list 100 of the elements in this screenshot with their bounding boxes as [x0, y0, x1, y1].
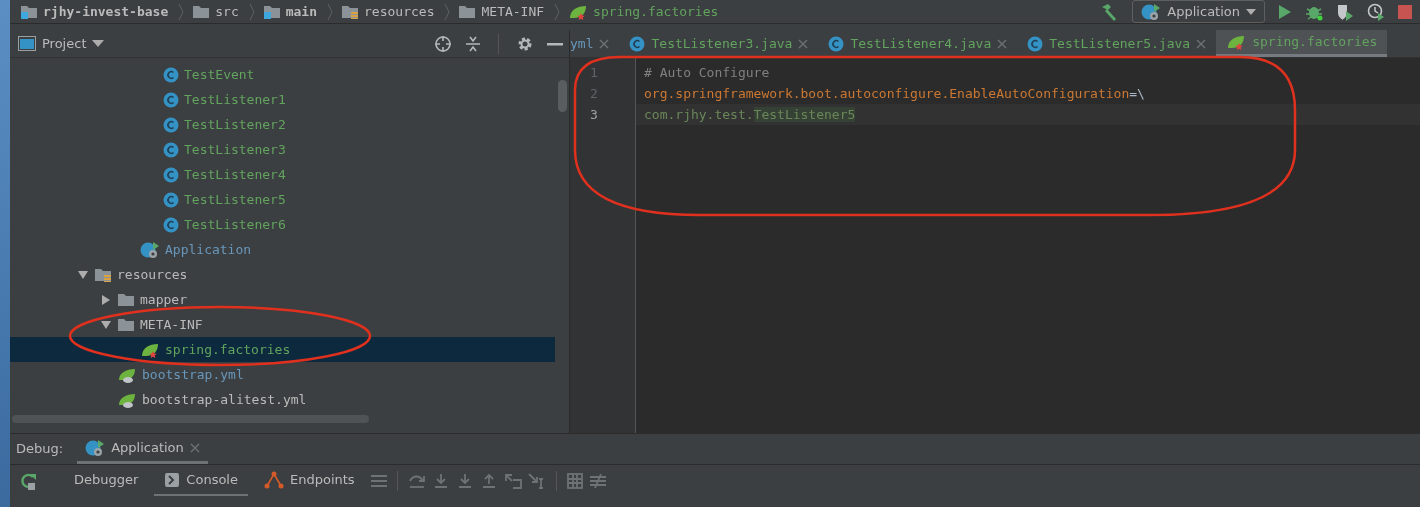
- folder-icon: [117, 292, 135, 307]
- console-icon: [164, 472, 181, 488]
- item-label: spring.factories: [165, 340, 291, 359]
- folder-icon: [192, 4, 211, 19]
- close-icon[interactable]: [1196, 38, 1207, 49]
- caret-icon: [1246, 8, 1256, 15]
- chevron-separator-icon: [554, 2, 561, 21]
- line-number: 3: [589, 106, 599, 124]
- class-icon: [140, 240, 160, 259]
- crosshair-icon[interactable]: [434, 34, 452, 53]
- module-folder-icon: [262, 4, 281, 19]
- breadcrumb-item[interactable]: rjhy-invest-base: [20, 1, 169, 22]
- editor-tab[interactable]: TestListener5.java: [1017, 30, 1217, 57]
- editor-tab[interactable]: TestListener3.java: [619, 30, 819, 57]
- step-over-icon[interactable]: [407, 473, 426, 489]
- class-icon: [629, 35, 646, 52]
- item-label: META-INF: [140, 315, 203, 334]
- resources-folder-icon: [341, 4, 360, 19]
- item-label: resources: [117, 265, 188, 284]
- panel-title: Debug:: [16, 440, 64, 459]
- expanded-arrow-icon[interactable]: [77, 269, 89, 280]
- editor-tab[interactable]: TestListener4.java: [818, 30, 1018, 57]
- caret-icon[interactable]: [92, 40, 105, 47]
- app-icon: [1141, 2, 1162, 21]
- leaf-icon: [117, 366, 137, 383]
- code-token: org.springframework.boot.autoconfigure.EnableAutoConfiguration: [644, 86, 1130, 101]
- run-icon[interactable]: [1278, 3, 1292, 20]
- tree-item[interactable]: Application: [10, 237, 555, 262]
- editor-tab[interactable]: yml: [570, 30, 620, 57]
- tree-item[interactable]: TestListener1: [10, 87, 555, 112]
- debug-subtab[interactable]: Console: [154, 466, 248, 496]
- item-label: bootstrap-alitest.yml: [142, 390, 307, 409]
- scrollbar-thumb[interactable]: [558, 80, 567, 112]
- item-label: TestListener3: [184, 140, 286, 159]
- code-token: =\: [1129, 86, 1145, 101]
- drop-frame-icon[interactable]: [503, 473, 522, 489]
- chevron-separator-icon: [248, 2, 255, 21]
- minimize-icon[interactable]: [547, 41, 563, 46]
- breadcrumb-item[interactable]: spring.factories: [568, 1, 719, 22]
- code-token: com.rjhy.test.: [644, 107, 754, 122]
- code-token: # Auto Configure: [644, 65, 770, 80]
- tree-item[interactable]: bootstrap.yml: [10, 362, 555, 387]
- expanded-arrow-icon[interactable]: [100, 319, 112, 330]
- collapsed-arrow-icon[interactable]: [101, 293, 111, 306]
- endpoints-icon: [263, 471, 284, 489]
- rerun-icon[interactable]: [18, 471, 38, 491]
- close-icon[interactable]: [798, 38, 809, 49]
- breadcrumb-item[interactable]: main: [262, 1, 318, 22]
- chevron-separator-icon: [444, 2, 451, 21]
- tree-item[interactable]: TestListener5: [10, 187, 555, 212]
- item-label: bootstrap.yml: [142, 365, 244, 384]
- debug-subtab[interactable]: Debugger: [64, 466, 149, 496]
- tree-item[interactable]: mapper: [10, 287, 555, 312]
- close-icon[interactable]: [997, 38, 1008, 49]
- clock-icon[interactable]: [1367, 2, 1385, 21]
- chevron-separator-icon: [327, 2, 334, 21]
- tree-item[interactable]: META-INF: [10, 312, 555, 337]
- debug-tab[interactable]: Application: [77, 433, 208, 465]
- breadcrumb-item[interactable]: META-INF: [458, 1, 545, 22]
- panel-title[interactable]: Project: [42, 33, 87, 54]
- stop-icon[interactable]: [1398, 4, 1412, 19]
- item-label: TestListener1: [184, 90, 286, 109]
- leaf-icon: [140, 341, 160, 358]
- close-icon[interactable]: [599, 38, 610, 49]
- app-icon: [85, 438, 106, 457]
- tree-item[interactable]: bootstrap-alitest.yml: [10, 387, 555, 412]
- collapse-icon[interactable]: [465, 34, 481, 53]
- class-icon: [163, 191, 179, 208]
- breadcrumb-item[interactable]: resources: [341, 1, 435, 22]
- tree-item[interactable]: TestListener2: [10, 112, 555, 137]
- run-configuration-dropdown[interactable]: Application: [1132, 0, 1265, 24]
- close-icon[interactable]: [189, 442, 200, 453]
- class-icon: [163, 116, 179, 133]
- class-icon: [163, 216, 179, 233]
- shield-icon[interactable]: [1336, 2, 1354, 21]
- folder-icon: [458, 4, 477, 19]
- editor-tab[interactable]: spring.factories: [1216, 30, 1388, 57]
- tree-item[interactable]: TestListener6: [10, 212, 555, 237]
- leaf-icon: [117, 391, 137, 408]
- calculator-icon[interactable]: [566, 473, 583, 489]
- module-folder-icon: [20, 4, 38, 19]
- resources-folder-icon: [94, 267, 112, 282]
- breadcrumb-item[interactable]: src: [192, 1, 239, 22]
- tree-item[interactable]: spring.factories: [10, 337, 555, 362]
- item-label: TestListener2: [184, 115, 286, 134]
- item-label: TestListener4: [184, 165, 286, 184]
- class-icon: [163, 66, 179, 83]
- code-token: TestListener5: [753, 107, 856, 122]
- debug-subtab[interactable]: Endpoints: [253, 466, 365, 496]
- tree-item[interactable]: TestEvent: [10, 62, 555, 87]
- item-label: TestListener5: [184, 190, 286, 209]
- tree-item[interactable]: resources: [10, 262, 555, 287]
- run-to-cursor-icon[interactable]: [527, 473, 546, 489]
- class-icon: [163, 91, 179, 108]
- class-icon: [163, 141, 179, 158]
- item-label: Application: [165, 240, 252, 259]
- tree-item[interactable]: TestListener4: [10, 162, 555, 187]
- menu-icon[interactable]: [370, 474, 387, 488]
- tree-item[interactable]: TestListener3: [10, 137, 555, 162]
- trace-icon[interactable]: [588, 473, 607, 489]
